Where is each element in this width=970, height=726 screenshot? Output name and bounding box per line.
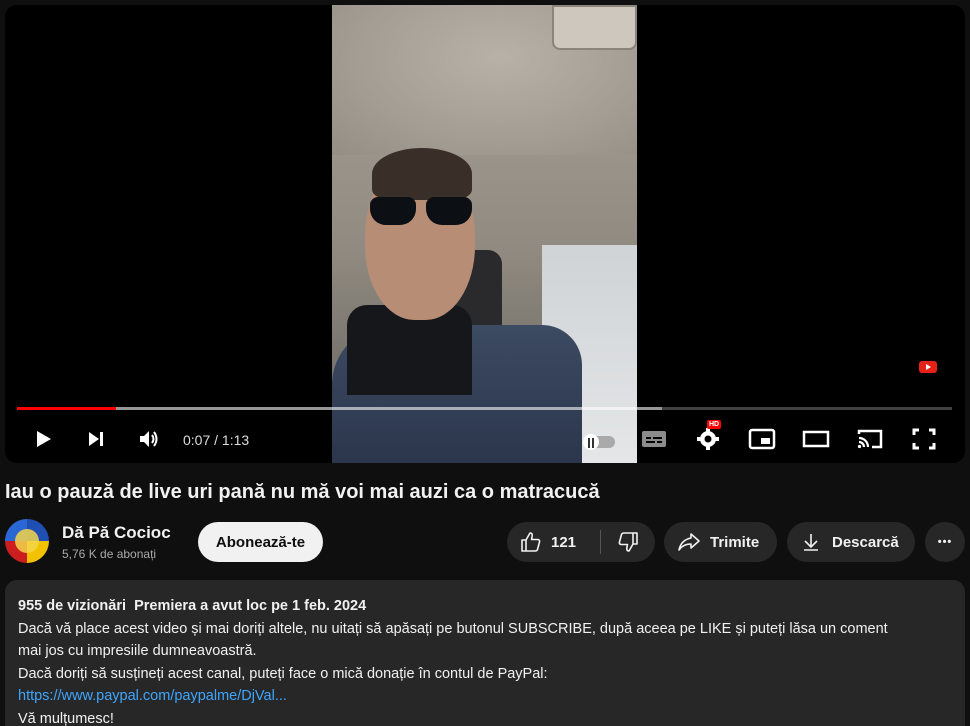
video-person-hair bbox=[372, 148, 472, 200]
play-button[interactable] bbox=[28, 425, 58, 453]
time-display: 0:07 / 1:13 bbox=[183, 432, 249, 448]
fullscreen-icon bbox=[912, 428, 936, 450]
play-icon bbox=[37, 431, 51, 447]
download-icon bbox=[804, 534, 818, 551]
like-button[interactable]: 121 bbox=[507, 522, 602, 562]
description-line: mai jos cu impresiile dumneavoastră. bbox=[18, 643, 257, 659]
channel-row: Dă Pă Cocioc 5,76 K de abonați Abonează-… bbox=[0, 518, 970, 568]
subtitles-icon bbox=[642, 431, 666, 447]
channel-avatar[interactable] bbox=[5, 519, 49, 563]
settings-icon bbox=[697, 428, 719, 450]
fullscreen-button[interactable] bbox=[909, 425, 939, 453]
theater-mode-button[interactable] bbox=[801, 425, 831, 453]
share-button[interactable]: Trimite bbox=[664, 522, 777, 562]
like-dislike-group: 121 bbox=[507, 522, 655, 562]
autoplay-toggle[interactable] bbox=[583, 434, 615, 450]
like-icon bbox=[521, 532, 541, 552]
video-person-sunglasses bbox=[370, 197, 476, 227]
progress-bar[interactable] bbox=[17, 407, 952, 410]
hd-badge: HD bbox=[707, 420, 722, 429]
current-time: 0:07 bbox=[183, 432, 211, 448]
subscriber-count: 5,76 K de abonați bbox=[62, 547, 157, 561]
download-button[interactable]: Descarcă bbox=[787, 522, 915, 562]
miniplayer-icon bbox=[748, 428, 776, 450]
more-icon: ••• bbox=[937, 536, 953, 548]
subtitles-button[interactable] bbox=[639, 425, 669, 453]
paypal-link[interactable]: https://www.paypal.com/paypalme/DjVal... bbox=[18, 685, 952, 708]
video-frame[interactable] bbox=[332, 5, 637, 463]
dislike-button[interactable] bbox=[601, 522, 655, 562]
next-button[interactable] bbox=[81, 425, 111, 453]
download-label: Descarcă bbox=[832, 533, 899, 551]
premiere-date: Premiera a avut loc pe 1 feb. 2024 bbox=[134, 598, 367, 614]
video-player[interactable]: 0:07 / 1:13 HD bbox=[5, 5, 965, 463]
volume-button[interactable] bbox=[134, 425, 164, 453]
autoplay-toggle-icon bbox=[588, 438, 594, 448]
description-line: Dacă vă place acest video și mai doriți … bbox=[18, 620, 888, 637]
more-actions-button[interactable]: ••• bbox=[925, 522, 965, 562]
theater-icon bbox=[802, 430, 830, 448]
like-count: 121 bbox=[551, 533, 577, 551]
channel-name[interactable]: Dă Pă Cocioc bbox=[62, 523, 171, 543]
duration: 1:13 bbox=[221, 432, 250, 448]
cast-button[interactable] bbox=[855, 425, 885, 453]
share-icon bbox=[678, 533, 700, 551]
time-separator: / bbox=[210, 432, 222, 448]
player-controls: 0:07 / 1:13 HD bbox=[5, 417, 965, 461]
dislike-icon bbox=[618, 532, 638, 552]
channel-watermark-icon[interactable] bbox=[919, 361, 937, 373]
progress-played bbox=[17, 407, 117, 410]
description-box[interactable]: 955 de vizionări Premiera a avut loc pe … bbox=[5, 580, 965, 726]
settings-button[interactable]: HD bbox=[693, 420, 723, 453]
description-line: Vă mulțumesc! bbox=[18, 710, 114, 726]
video-sun-visor bbox=[552, 5, 637, 50]
description-line: Dacă doriți să susțineți acest canal, pu… bbox=[18, 665, 548, 682]
share-label: Trimite bbox=[710, 533, 760, 551]
subscribe-button[interactable]: Abonează-te bbox=[198, 522, 323, 562]
volume-icon bbox=[140, 431, 158, 447]
video-title: Iau o pauză de live uri pană nu mă voi m… bbox=[5, 481, 600, 503]
description-meta: 955 de vizionări Premiera a avut loc pe … bbox=[18, 595, 952, 618]
miniplayer-button[interactable] bbox=[747, 425, 777, 453]
cast-icon bbox=[857, 429, 883, 449]
view-count: 955 de vizionări bbox=[18, 598, 126, 614]
next-icon bbox=[89, 432, 103, 446]
